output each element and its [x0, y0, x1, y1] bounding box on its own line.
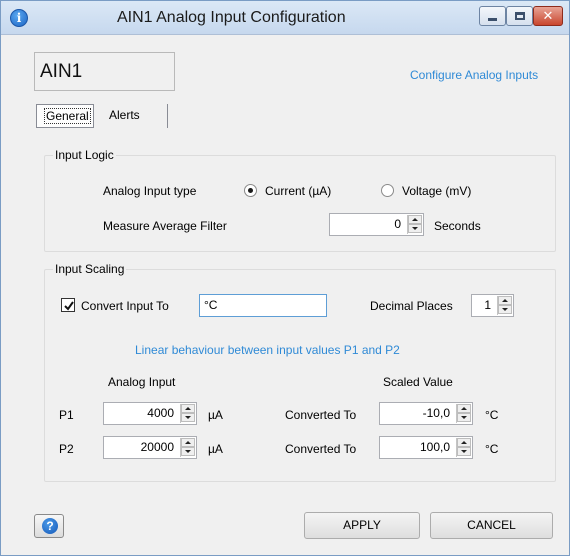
- convert-input-label[interactable]: Convert Input To: [81, 299, 169, 313]
- tab-alerts-label: Alerts: [109, 108, 140, 122]
- p2-input-unit: µA: [208, 442, 223, 456]
- minimize-icon: [488, 18, 497, 21]
- p1-input-unit: µA: [208, 408, 223, 422]
- input-logic-legend: Input Logic: [53, 148, 116, 162]
- linear-behaviour-hint: Linear behaviour between input values P1…: [135, 343, 400, 357]
- spin-up-icon[interactable]: [457, 438, 471, 447]
- scaled-value-header: Scaled Value: [383, 375, 453, 389]
- spin-up-icon[interactable]: [498, 296, 512, 305]
- apply-button[interactable]: APPLY: [304, 512, 420, 539]
- p2-scaled-unit: °C: [485, 442, 499, 456]
- p2-scaled-value: 100,0: [419, 440, 450, 454]
- measure-average-filter-label: Measure Average Filter: [103, 219, 227, 233]
- help-button[interactable]: ?: [34, 514, 64, 538]
- filter-input[interactable]: 0: [329, 213, 424, 236]
- voltage-radio-label[interactable]: Voltage (mV): [402, 184, 471, 198]
- p2-input-spinner[interactable]: [180, 438, 195, 457]
- decimal-places-label: Decimal Places: [370, 299, 453, 313]
- close-button[interactable]: ✕: [533, 6, 563, 26]
- p2-scaled-input[interactable]: 100,0: [379, 436, 473, 459]
- analog-input-header: Analog Input: [108, 375, 176, 389]
- spin-up-icon[interactable]: [181, 404, 195, 413]
- current-radio-label[interactable]: Current (µA): [265, 184, 331, 198]
- decimal-places-input[interactable]: 1: [471, 294, 514, 317]
- decimal-places-value: 1: [484, 298, 491, 312]
- checkmark-icon: [64, 301, 74, 311]
- p2-converted-label: Converted To: [285, 442, 357, 456]
- config-window: i AIN1 Analog Input Configuration ✕ AIN1…: [0, 0, 570, 556]
- p1-scaled-unit: °C: [485, 408, 499, 422]
- convert-input-checkbox[interactable]: [61, 298, 75, 312]
- convert-unit-input[interactable]: °C: [199, 294, 327, 317]
- close-icon: ✕: [542, 8, 554, 23]
- title-bar[interactable]: i AIN1 Analog Input Configuration ✕: [1, 1, 569, 35]
- decimal-places-spinner[interactable]: [497, 296, 512, 315]
- p1-label: P1: [59, 408, 74, 422]
- spin-down-icon[interactable]: [457, 413, 471, 422]
- p1-input-value: 4000: [147, 406, 174, 420]
- p2-input[interactable]: 20000: [103, 436, 197, 459]
- spin-down-icon[interactable]: [181, 447, 195, 456]
- channel-name: AIN1: [34, 52, 175, 91]
- p1-scaled-spinner[interactable]: [456, 404, 471, 423]
- spin-down-icon[interactable]: [408, 224, 422, 233]
- filter-value: 0: [394, 217, 401, 231]
- spin-up-icon[interactable]: [181, 438, 195, 447]
- tab-general-label: General: [44, 108, 91, 124]
- tab-general[interactable]: General: [36, 104, 94, 128]
- spin-up-icon[interactable]: [408, 215, 422, 224]
- tab-alerts[interactable]: Alerts: [102, 104, 168, 128]
- p2-scaled-spinner[interactable]: [456, 438, 471, 457]
- spin-down-icon[interactable]: [181, 413, 195, 422]
- p1-input[interactable]: 4000: [103, 402, 197, 425]
- current-radio[interactable]: [244, 184, 257, 197]
- voltage-radio[interactable]: [381, 184, 394, 197]
- p1-converted-label: Converted To: [285, 408, 357, 422]
- p2-input-value: 20000: [140, 440, 174, 454]
- p1-scaled-value: -10,0: [422, 406, 450, 420]
- maximize-icon: [515, 12, 525, 20]
- input-logic-group: Input Logic: [44, 148, 556, 252]
- filter-unit-label: Seconds: [434, 219, 481, 233]
- p1-input-spinner[interactable]: [180, 404, 195, 423]
- help-icon: ?: [42, 518, 58, 534]
- cancel-button[interactable]: CANCEL: [430, 512, 553, 539]
- analog-input-type-label: Analog Input type: [103, 184, 197, 198]
- p2-label: P2: [59, 442, 74, 456]
- info-icon: i: [10, 9, 28, 27]
- minimize-button[interactable]: [479, 6, 506, 26]
- p1-scaled-input[interactable]: -10,0: [379, 402, 473, 425]
- window-title: AIN1 Analog Input Configuration: [117, 9, 346, 26]
- maximize-button[interactable]: [506, 6, 533, 26]
- spin-down-icon[interactable]: [457, 447, 471, 456]
- input-scaling-legend: Input Scaling: [53, 262, 127, 276]
- filter-spinner[interactable]: [407, 215, 422, 234]
- spin-down-icon[interactable]: [498, 305, 512, 314]
- configure-analog-inputs-link[interactable]: Configure Analog Inputs: [410, 68, 538, 82]
- spin-up-icon[interactable]: [457, 404, 471, 413]
